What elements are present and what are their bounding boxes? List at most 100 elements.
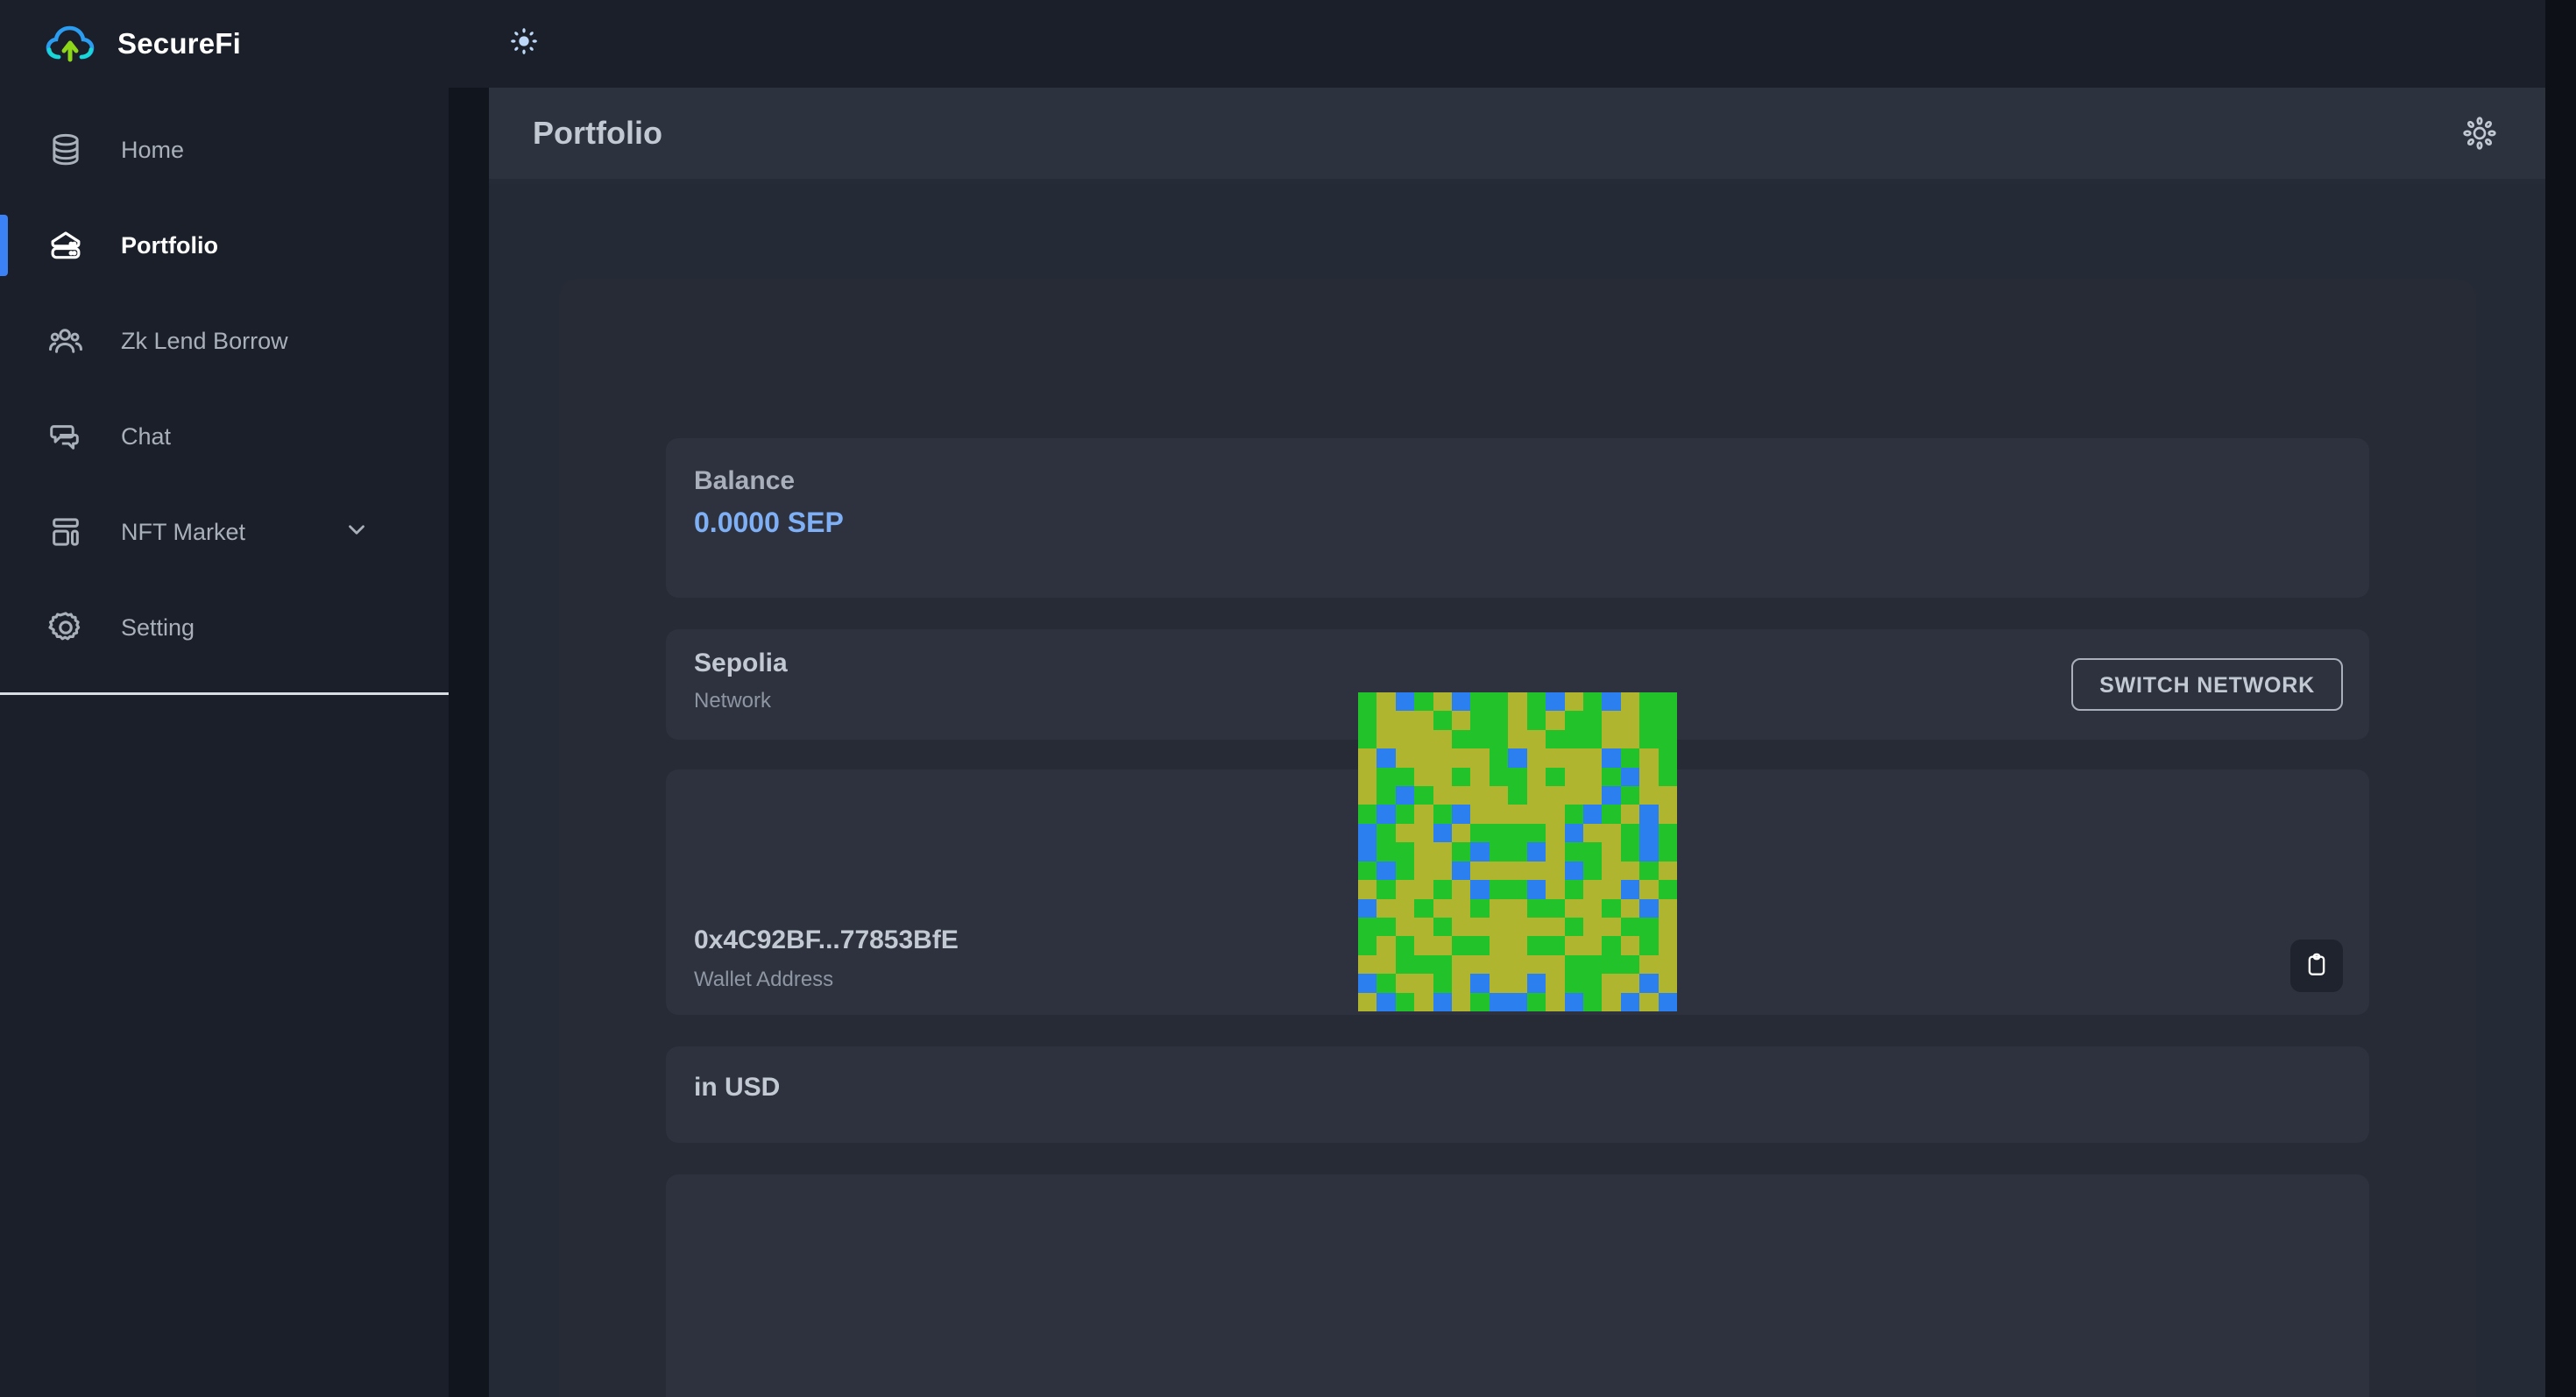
identicon-cell xyxy=(1582,729,1603,749)
sidebar-item-home[interactable]: Home xyxy=(0,124,449,175)
identicon-cell xyxy=(1395,823,1415,843)
identicon-cell xyxy=(1376,786,1396,805)
identicon-cell xyxy=(1602,842,1621,862)
identicon-cell xyxy=(1639,954,1659,975)
identicon-cell xyxy=(1658,729,1677,749)
balance-value: 0.0000 SEP xyxy=(694,507,844,538)
identicon-cell xyxy=(1658,805,1677,824)
chevron-down-icon[interactable] xyxy=(343,517,370,548)
identicon-cell xyxy=(1620,917,1640,937)
identicon-cell xyxy=(1414,823,1433,843)
identicon-cell xyxy=(1376,748,1396,768)
identicon-cell xyxy=(1358,842,1377,862)
identicon-cell xyxy=(1526,954,1546,975)
sun-brightness-icon[interactable] xyxy=(2459,113,2500,153)
wallet-card: 0x4C92BF...77853BfE Wallet Address xyxy=(666,692,2369,1015)
identicon-cell xyxy=(1602,974,1621,993)
identicon-cell xyxy=(1395,767,1415,787)
identicon-cell xyxy=(1376,917,1396,937)
sun-icon[interactable] xyxy=(506,24,541,59)
identicon-cell xyxy=(1526,692,1546,712)
identicon-cell xyxy=(1620,954,1640,975)
switch-network-button[interactable]: SWITCH NETWORK xyxy=(2071,658,2343,711)
identicon-cell xyxy=(1470,692,1490,712)
identicon-cell xyxy=(1639,861,1659,881)
identicon-cell xyxy=(1395,954,1415,975)
identicon-cell xyxy=(1546,692,1565,712)
identicon-cell xyxy=(1658,767,1677,787)
identicon-cell xyxy=(1358,805,1377,824)
identicon-cell xyxy=(1489,861,1509,881)
identicon-cell xyxy=(1452,880,1471,899)
identicon-cell xyxy=(1546,786,1565,805)
sidebar-item-portfolio[interactable]: Portfolio xyxy=(0,215,449,276)
copy-address-button[interactable] xyxy=(2290,940,2343,992)
sidebar-item-chat[interactable]: Chat xyxy=(0,411,449,462)
brand-name: SecureFi xyxy=(117,27,241,60)
identicon-cell xyxy=(1620,805,1640,824)
identicon-cell xyxy=(1582,823,1603,843)
identicon-cell xyxy=(1564,974,1583,993)
identicon-cell xyxy=(1658,842,1677,862)
network-name: Sepolia xyxy=(694,649,788,677)
identicon-cell xyxy=(1452,992,1471,1011)
identicon-cell xyxy=(1620,823,1640,843)
identicon-cell xyxy=(1433,767,1453,787)
identicon-cell xyxy=(1582,917,1603,937)
identicon-cell xyxy=(1395,729,1415,749)
identicon-cell xyxy=(1582,786,1603,805)
identicon-cell xyxy=(1564,954,1583,975)
identicon-cell xyxy=(1489,805,1509,824)
identicon-cell xyxy=(1358,767,1377,787)
identicon-cell xyxy=(1452,692,1471,712)
server-stack-icon xyxy=(46,225,86,266)
portfolio-panel: Balance 0.0000 SEP Sepolia Network SWITC… xyxy=(559,279,2476,1397)
identicon-cell xyxy=(1602,917,1621,937)
identicon-cell xyxy=(1564,917,1583,937)
identicon-cell xyxy=(1639,880,1659,899)
identicon-cell xyxy=(1564,711,1583,730)
usd-title: in USD xyxy=(694,1073,781,1102)
identicon-cell xyxy=(1452,898,1471,918)
identicon-cell xyxy=(1452,767,1471,787)
identicon-cell xyxy=(1602,767,1621,787)
brand[interactable]: SecureFi xyxy=(0,0,449,62)
identicon-cell xyxy=(1620,748,1640,768)
identicon-cell xyxy=(1620,936,1640,955)
wallet-address: 0x4C92BF...77853BfE xyxy=(694,925,959,954)
identicon-cell xyxy=(1489,917,1509,937)
identicon-cell xyxy=(1433,711,1453,730)
identicon-cell xyxy=(1433,823,1453,843)
identicon-cell xyxy=(1508,917,1527,937)
sidebar-item-setting[interactable]: Setting xyxy=(0,602,449,653)
identicon-cell xyxy=(1489,729,1509,749)
identicon-cell xyxy=(1620,842,1640,862)
identicon-cell xyxy=(1489,823,1509,843)
identicon-cell xyxy=(1414,692,1433,712)
identicon-cell xyxy=(1452,805,1471,824)
identicon-cell xyxy=(1470,842,1490,862)
identicon-cell xyxy=(1452,936,1471,955)
identicon-cell xyxy=(1452,786,1471,805)
identicon-cell xyxy=(1546,805,1565,824)
identicon-cell xyxy=(1433,861,1453,881)
identicon-cell xyxy=(1376,954,1396,975)
identicon-cell xyxy=(1508,767,1527,787)
sidebar-item-label: Chat xyxy=(121,422,172,450)
dashboard-layout-icon xyxy=(46,512,86,552)
identicon-cell xyxy=(1376,805,1396,824)
identicon-cell xyxy=(1564,861,1583,881)
sidebar-item-nft-market[interactable]: NFT Market xyxy=(0,507,449,557)
identicon-cell xyxy=(1489,842,1509,862)
identicon-cell xyxy=(1470,917,1490,937)
identicon-cell xyxy=(1489,992,1509,1011)
identicon-cell xyxy=(1526,861,1546,881)
identicon-cell xyxy=(1358,917,1377,937)
sidebar-item-label: NFT Market xyxy=(121,518,246,545)
identicon-cell xyxy=(1602,729,1621,749)
identicon-cell xyxy=(1639,729,1659,749)
database-icon xyxy=(46,130,86,170)
identicon-cell xyxy=(1358,748,1377,768)
sidebar-item-zk-lend-borrow[interactable]: Zk Lend Borrow xyxy=(0,316,449,366)
identicon-cell xyxy=(1658,992,1677,1011)
